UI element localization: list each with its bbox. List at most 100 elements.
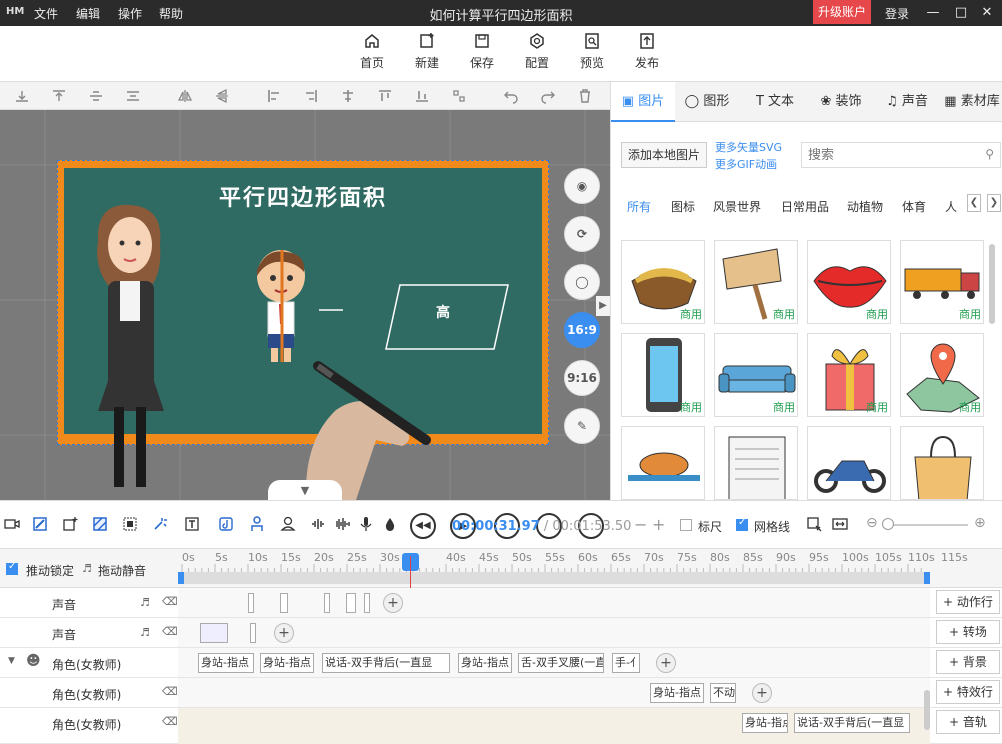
category-next-icon[interactable]: ❯ [987,194,1001,212]
align-top-edge-icon[interactable] [377,88,393,104]
track-area[interactable]: 身站-指点 说话-双手背后(一直显 [178,708,930,744]
tab-shapes[interactable]: ◯ 图形 [675,82,739,122]
tab-decoration[interactable]: ❀ 装饰 [809,82,873,122]
action-clip[interactable]: 舌-双手叉腰(一直 [518,653,604,673]
align-center-icon[interactable] [340,88,356,104]
role-icon[interactable] [280,516,296,532]
sound-clip[interactable] [248,593,254,613]
save-button[interactable]: 保存 [462,32,502,71]
trash-icon[interactable]: ⌫ [162,685,178,698]
fit-width-icon[interactable] [832,516,848,532]
trash-icon[interactable]: ⌫ [162,715,178,728]
sound-clip[interactable] [324,593,330,613]
trash-icon[interactable]: ⌫ [162,595,178,608]
align-middle-icon[interactable] [88,88,104,104]
edit-button[interactable]: ✎ [564,408,600,444]
sound-clip[interactable] [346,593,356,613]
category-daily-goods[interactable]: 日常用品 [781,198,829,215]
preview-button[interactable]: 预览 [572,32,612,71]
more-svg-link[interactable]: 更多矢量SVG [715,139,782,155]
text-tool-icon[interactable] [184,516,200,532]
asset-tile-lips[interactable]: 商用 [807,240,891,324]
grid-checkbox[interactable]: ✓ [736,517,748,531]
align-left-icon[interactable] [266,88,282,104]
zoom-in-time-icon[interactable]: + [652,515,665,534]
lock-checkbox[interactable]: ✓ [6,561,18,575]
zoom-slider-handle[interactable] [882,518,894,530]
config-button[interactable]: 配置 [517,32,557,71]
volume-icon[interactable]: ♬ [140,596,150,609]
zoom-slider[interactable] [884,524,968,526]
undo-icon[interactable] [503,88,519,104]
sound-clip[interactable] [200,623,228,643]
canvas-area[interactable]: 平行四边形面积 高 ◉ ⟳ ◯ 16:9 9:16 ✎ ▶ ▼ [0,110,610,500]
tab-library[interactable]: ▦ 素材库 [941,82,1002,122]
microphone-icon[interactable] [358,516,374,532]
time-ruler[interactable]: 0s 5s 10s 15s 20s 25s 30s 40s 45s 50s 55s 60s 65s 70s… [178,548,968,588]
new-button[interactable]: 新建 [407,32,447,71]
asset-tile-gift[interactable]: 商用 [807,333,891,417]
action-clip[interactable]: 身站-指点 [458,653,512,673]
volume-icon[interactable]: ♬ [140,626,150,639]
asset-tile-sofa[interactable]: 商用 [714,333,798,417]
add-audio-track-button[interactable]: + 音轨 [936,710,1000,734]
category-all[interactable]: 所有 [627,198,651,215]
collapse-panel-icon[interactable]: ▶ [596,296,610,316]
align-top-icon[interactable] [51,88,67,104]
timeline-vertical-scrollbar[interactable] [924,690,930,730]
audio-tool-icon[interactable] [218,516,234,532]
action-clip[interactable]: 手-亻 [612,653,640,673]
add-local-image-button[interactable]: 添加本地图片 [621,142,707,168]
menu-operate[interactable]: 操作 [118,5,142,22]
add-element-icon[interactable] [62,516,78,532]
crop-icon[interactable] [806,516,822,532]
add-clip-button[interactable]: + [752,683,772,703]
voice-icon[interactable] [310,516,326,532]
publish-button[interactable]: 发布 [627,32,667,71]
track-area[interactable]: + [178,618,930,647]
asset-tile-motorcycle[interactable] [807,426,891,500]
sound-clip[interactable] [364,593,370,613]
asset-tile-paper[interactable] [714,426,798,500]
asset-tile-bag[interactable] [900,426,984,500]
tab-sound[interactable]: ♫ 声音 [875,82,939,122]
rotate-button[interactable]: ⟳ [564,216,600,252]
expand-icon[interactable]: ▼ [8,656,15,666]
water-drop-icon[interactable] [382,516,398,532]
asset-tile-map-pin[interactable]: 商用 [900,333,984,417]
tab-text[interactable]: T 文本 [743,82,807,122]
lock-button[interactable]: ◯ [564,264,600,300]
add-clip-button[interactable]: + [656,653,676,673]
waveform-icon[interactable] [334,516,350,532]
category-sports[interactable]: 体育 [902,198,926,215]
trash-icon[interactable] [577,88,593,104]
category-animals-plants[interactable]: 动植物 [847,198,883,215]
align-bottom-icon[interactable] [14,88,30,104]
category-scenery[interactable]: 风景世界 [713,198,761,215]
trash-icon[interactable]: ⌫ [162,625,178,638]
add-clip-button[interactable]: + [383,593,403,613]
flip-horizontal-icon[interactable] [177,88,193,104]
track-area[interactable]: 身站-指点 不动 + [178,678,930,707]
action-clip[interactable]: 身站-指点 [198,653,254,673]
menu-help[interactable]: 帮助 [159,5,183,22]
asset-tile-truck[interactable]: 商用 [900,240,984,324]
mute-icon[interactable]: ♬ [82,562,92,575]
maximize-icon[interactable]: □ [952,4,970,22]
track-area[interactable]: + [178,588,930,617]
action-clip[interactable]: 说话-双手背后(一直显 [794,713,910,733]
add-transition-button[interactable]: + 转场 [936,620,1000,644]
category-icons[interactable]: 图标 [671,198,695,215]
align-right-icon[interactable] [303,88,319,104]
camera-icon[interactable] [4,516,20,532]
asset-tile-phone[interactable]: 商用 [621,333,705,417]
sound-clip[interactable] [280,593,288,613]
mosaic-icon[interactable] [122,516,138,532]
zoom-out-time-icon[interactable]: − [634,515,647,534]
asset-tile-sign[interactable]: 商用 [714,240,798,324]
search-input[interactable] [802,143,972,167]
boy-character[interactable] [246,246,316,366]
add-action-row-button[interactable]: + 动作行 [936,590,1000,614]
action-clip[interactable]: 说话-双手背后(一直显 [322,653,450,673]
effect-icon[interactable] [152,516,168,532]
